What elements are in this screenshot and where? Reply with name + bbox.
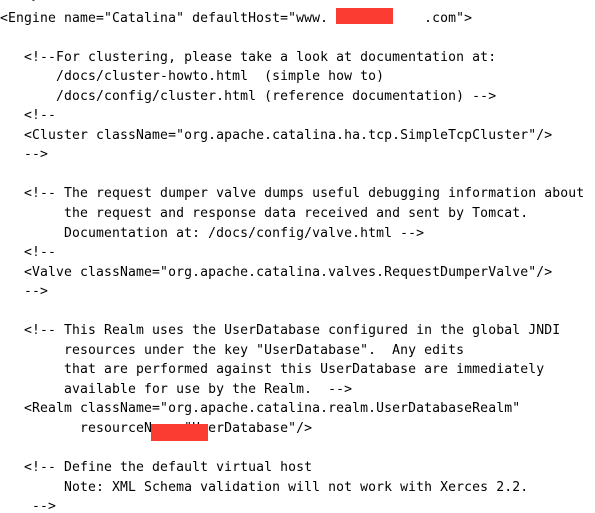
code-viewer[interactable]: --> <Engine name="Catalina" defaultHost=…	[0, 0, 595, 513]
xml-source-text[interactable]: --> <Engine name="Catalina" defaultHost=…	[0, 0, 584, 513]
